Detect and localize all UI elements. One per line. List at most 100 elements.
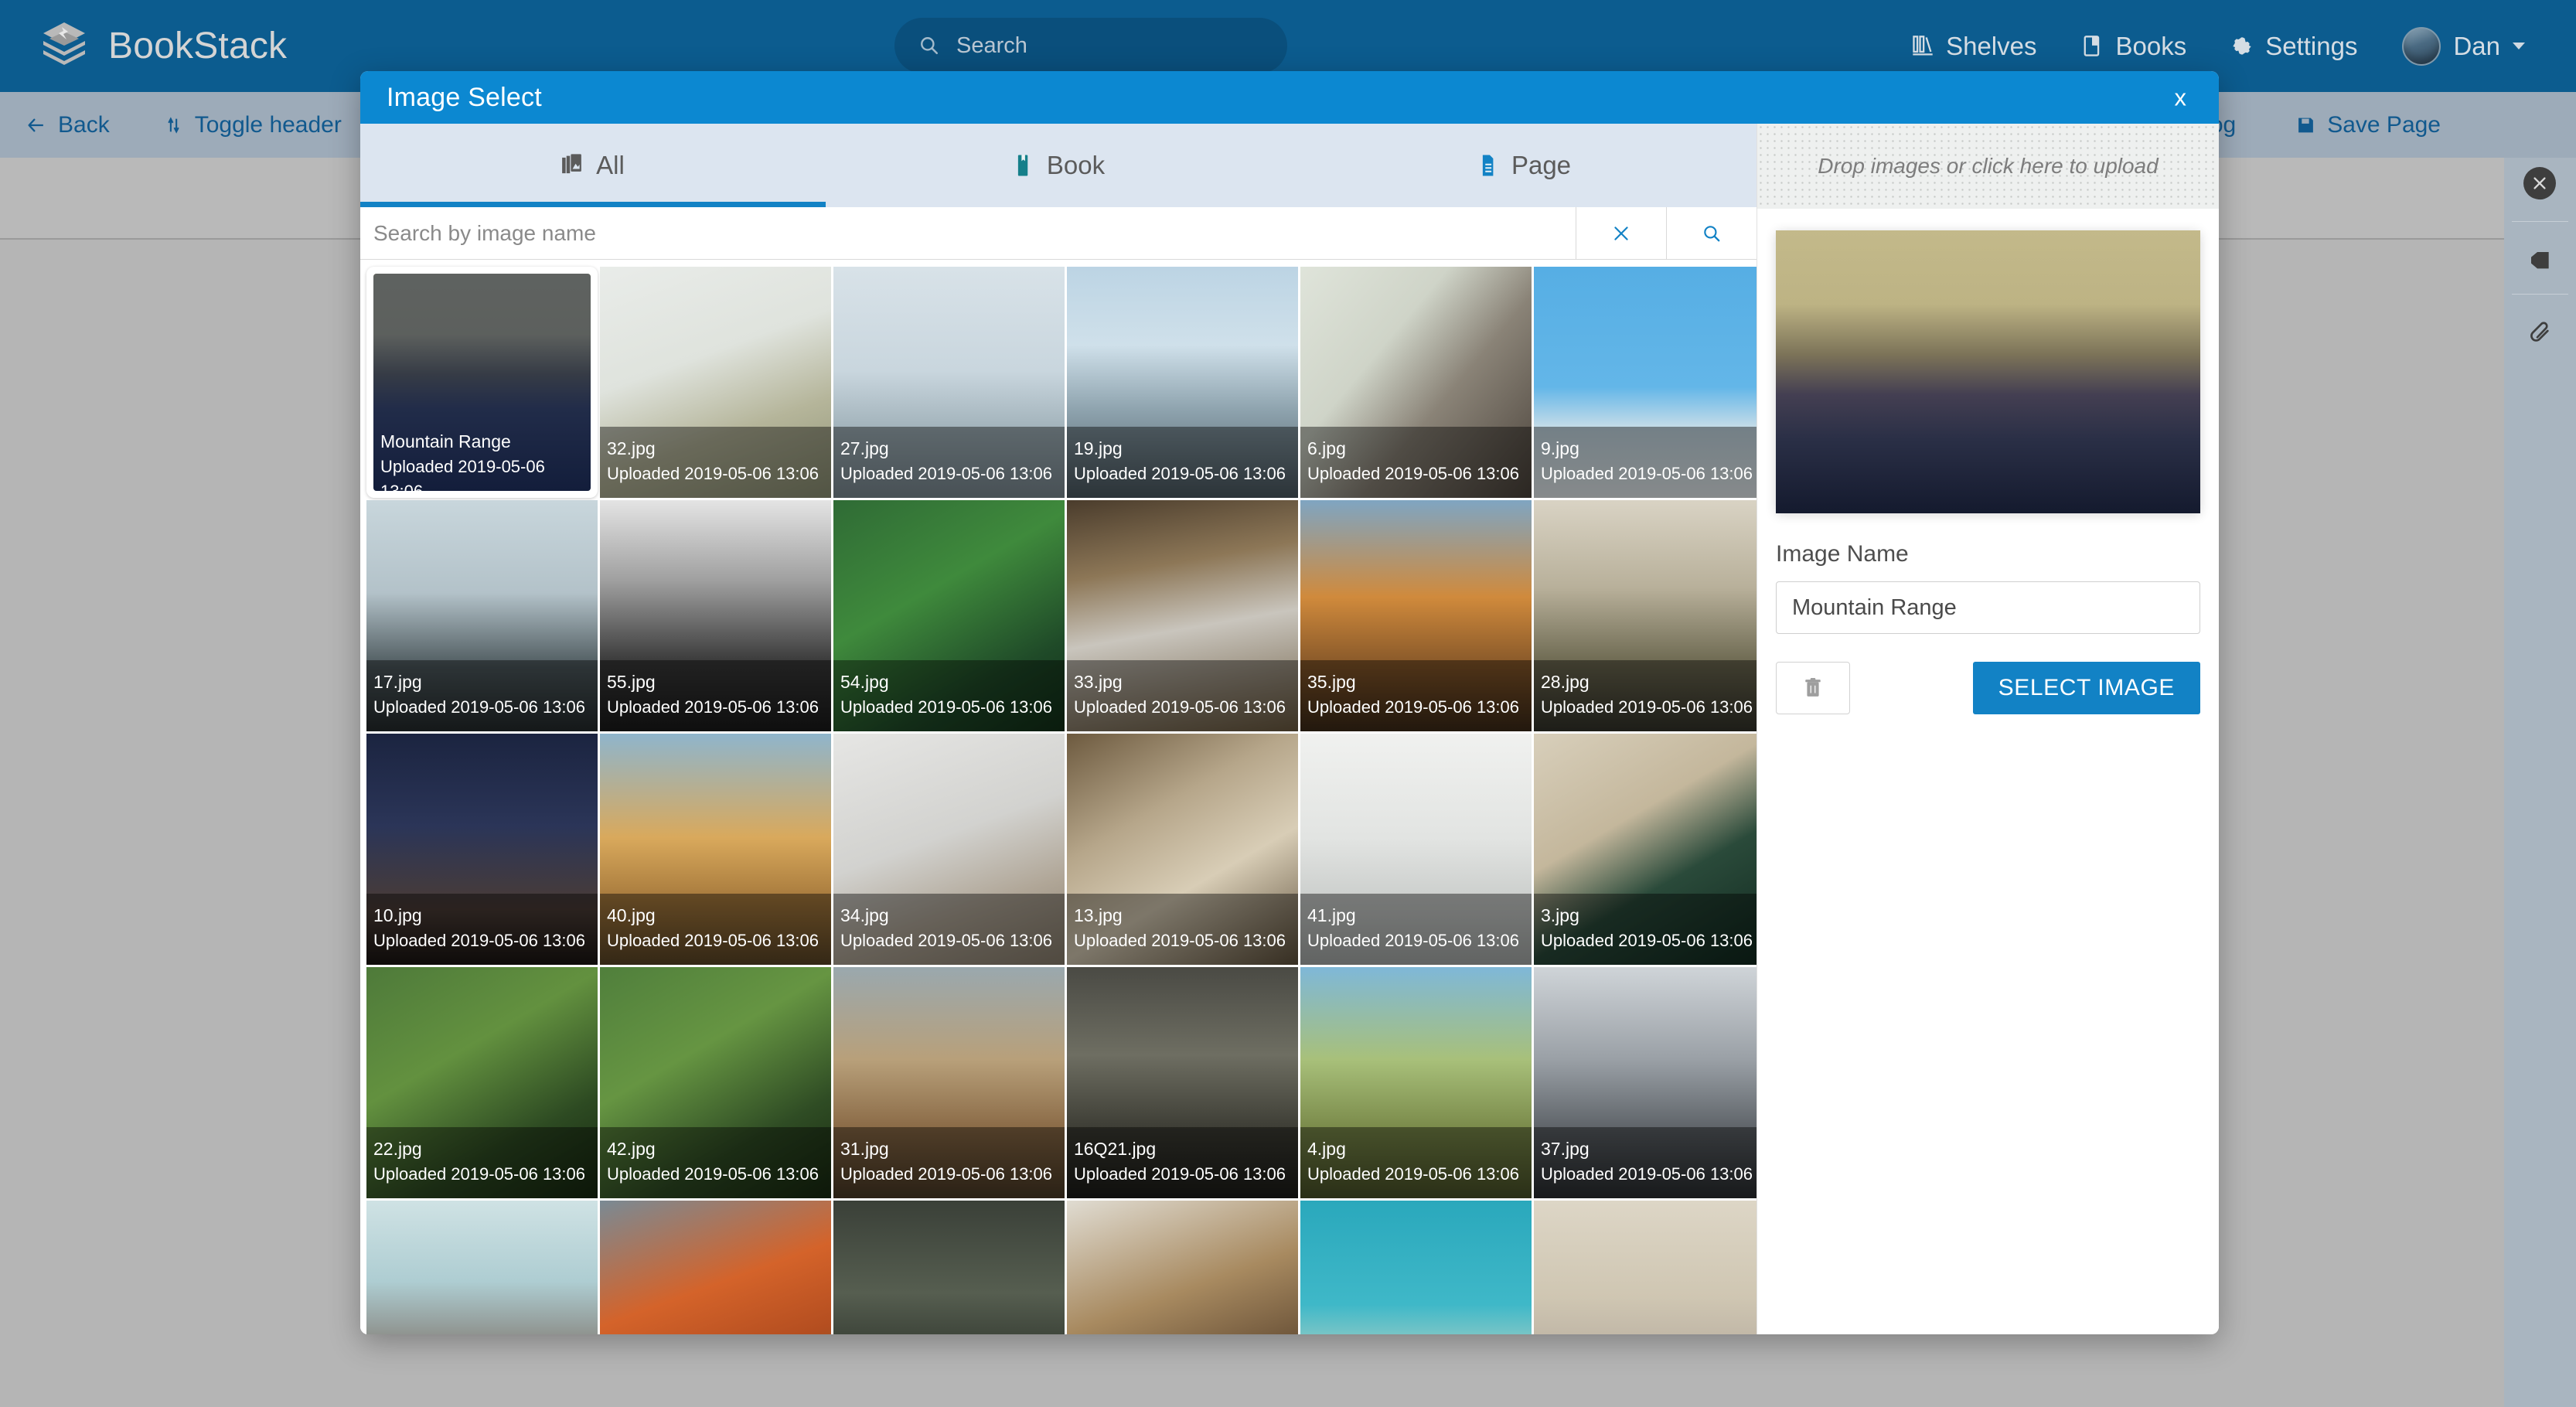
image-tile[interactable]: 13.jpgUploaded 2019-05-06 13:06: [1067, 734, 1298, 965]
image-tile[interactable]: [600, 1201, 831, 1334]
image-tile[interactable]: 22.jpgUploaded 2019-05-06 13:06: [366, 967, 598, 1198]
back-button[interactable]: Back: [27, 112, 110, 138]
image-tile[interactable]: 16Q21.jpgUploaded 2019-05-06 13:06: [1067, 967, 1298, 1198]
image-tile[interactable]: 42.jpgUploaded 2019-05-06 13:06: [600, 967, 831, 1198]
image-tile[interactable]: [1300, 1201, 1532, 1334]
editor-close-button[interactable]: [2523, 167, 2556, 199]
tab-all[interactable]: All: [360, 124, 826, 207]
image-tile[interactable]: [1067, 1201, 1298, 1334]
books-icon: [2081, 35, 2103, 58]
search-icon: [919, 36, 939, 56]
image-tile[interactable]: 4.jpgUploaded 2019-05-06 13:06: [1300, 967, 1532, 1198]
user-menu[interactable]: Dan: [2402, 27, 2525, 66]
trash-icon: [1803, 676, 1823, 700]
brand[interactable]: BookStack: [40, 21, 287, 72]
sidebar-attachments-button[interactable]: [2523, 317, 2557, 351]
image-tile[interactable]: 55.jpgUploaded 2019-05-06 13:06: [600, 500, 831, 731]
shelves-icon: [1912, 35, 1934, 58]
image-tile-meta: 27.jpgUploaded 2019-05-06 13:06: [833, 427, 1065, 498]
image-tile-meta: 37.jpgUploaded 2019-05-06 13:06: [1534, 1127, 1757, 1198]
image-tile-meta: 22.jpgUploaded 2019-05-06 13:06: [366, 1127, 598, 1198]
image-tile-date: Uploaded 2019-05-06 13:06: [1307, 462, 1532, 486]
select-image-button[interactable]: SELECT IMAGE: [1973, 662, 2200, 714]
global-search[interactable]: [894, 18, 1287, 73]
image-tile-meta: 6.jpgUploaded 2019-05-06 13:06: [1300, 427, 1532, 498]
tab-book[interactable]: Book: [826, 124, 1291, 207]
image-tile-name: 28.jpg: [1541, 669, 1757, 695]
image-tile-name: 54.jpg: [840, 669, 1065, 695]
image-details-pane: Drop images or click here to upload Imag…: [1757, 124, 2219, 1334]
image-tile-date: Uploaded 2019-05-06 13:06: [373, 695, 598, 720]
image-tile-name: 35.jpg: [1307, 669, 1532, 695]
image-grid-scroll[interactable]: Mountain RangeUploaded 2019-05-06 13:063…: [360, 261, 1757, 1334]
image-tile-name: 41.jpg: [1307, 903, 1532, 928]
delete-image-button[interactable]: [1776, 662, 1850, 714]
image-tile-name: 4.jpg: [1307, 1136, 1532, 1162]
image-tile[interactable]: 19.jpgUploaded 2019-05-06 13:06: [1067, 267, 1298, 498]
image-tile[interactable]: 33.jpgUploaded 2019-05-06 13:06: [1067, 500, 1298, 731]
image-tile-meta: Mountain RangeUploaded 2019-05-06 13:06: [373, 420, 591, 491]
image-tile-name: 31.jpg: [840, 1136, 1065, 1162]
image-tile-name: 42.jpg: [607, 1136, 831, 1162]
image-tile[interactable]: Mountain RangeUploaded 2019-05-06 13:06: [366, 267, 598, 498]
image-tile[interactable]: 32.jpgUploaded 2019-05-06 13:06: [600, 267, 831, 498]
search-input[interactable]: [956, 33, 1250, 59]
modal-close-button[interactable]: x: [2165, 81, 2196, 114]
sidebar-tags-button[interactable]: [2523, 244, 2557, 278]
image-tile-meta: 33.jpgUploaded 2019-05-06 13:06: [1067, 660, 1298, 731]
save-page-button[interactable]: Save Page: [2296, 112, 2441, 138]
image-tile-date: Uploaded 2019-05-06 13:06: [373, 1162, 598, 1187]
image-search-input[interactable]: [360, 207, 1576, 259]
image-tile[interactable]: [833, 1201, 1065, 1334]
nav-shelves[interactable]: Shelves: [1912, 32, 2036, 61]
image-tile[interactable]: 40.jpgUploaded 2019-05-06 13:06: [600, 734, 831, 965]
image-tile-name: 34.jpg: [840, 903, 1065, 928]
images-icon: [561, 153, 582, 178]
upload-dropzone[interactable]: Drop images or click here to upload: [1757, 124, 2219, 209]
image-tile[interactable]: [1534, 1201, 1757, 1334]
image-tile-date: Uploaded 2019-05-06 13:06: [607, 1162, 831, 1187]
nav-settings[interactable]: Settings: [2231, 32, 2357, 61]
image-tile[interactable]: 10.jpgUploaded 2019-05-06 13:06: [366, 734, 598, 965]
modal-body: All Book Page: [360, 124, 2219, 1334]
nav-books[interactable]: Books: [2081, 32, 2186, 61]
image-tile-name: 55.jpg: [607, 669, 831, 695]
image-tile-date: Uploaded 2019-05-06 13:06: [607, 462, 831, 486]
image-tile[interactable]: 28.jpgUploaded 2019-05-06 13:06: [1534, 500, 1757, 731]
image-tile[interactable]: 31.jpgUploaded 2019-05-06 13:06: [833, 967, 1065, 1198]
image-tile-name: 16Q21.jpg: [1074, 1136, 1298, 1162]
nav-settings-label: Settings: [2265, 32, 2357, 61]
image-tile-date: Uploaded 2019-05-06 13:06: [1074, 928, 1298, 953]
image-tile[interactable]: 37.jpgUploaded 2019-05-06 13:06: [1534, 967, 1757, 1198]
gear-icon: [2231, 35, 2253, 58]
image-thumbnail: [366, 1201, 598, 1334]
image-tile[interactable]: 27.jpgUploaded 2019-05-06 13:06: [833, 267, 1065, 498]
image-tile-name: 27.jpg: [840, 436, 1065, 462]
image-tile-name: 37.jpg: [1541, 1136, 1757, 1162]
image-tile-meta: 3.jpgUploaded 2019-05-06 13:06: [1534, 894, 1757, 965]
toggle-header-button[interactable]: Toggle header: [164, 112, 342, 138]
image-tile[interactable]: 17.jpgUploaded 2019-05-06 13:06: [366, 500, 598, 731]
x-icon: [1611, 223, 1631, 244]
image-tile[interactable]: 54.jpgUploaded 2019-05-06 13:06: [833, 500, 1065, 731]
image-name-input[interactable]: [1776, 581, 2200, 634]
image-tile-name: 32.jpg: [607, 436, 831, 462]
image-grid: Mountain RangeUploaded 2019-05-06 13:063…: [366, 267, 1757, 1334]
tab-page[interactable]: Page: [1291, 124, 1757, 207]
image-tile[interactable]: [366, 1201, 598, 1334]
image-tile[interactable]: 3.jpgUploaded 2019-05-06 13:06: [1534, 734, 1757, 965]
image-tile[interactable]: 34.jpgUploaded 2019-05-06 13:06: [833, 734, 1065, 965]
submit-search-button[interactable]: [1666, 207, 1757, 259]
preview-thumbnail: [1776, 230, 2200, 513]
image-thumbnail: [1300, 1201, 1532, 1334]
image-tile-meta: 42.jpgUploaded 2019-05-06 13:06: [600, 1127, 831, 1198]
tab-all-label: All: [596, 151, 625, 180]
image-tile[interactable]: 6.jpgUploaded 2019-05-06 13:06: [1300, 267, 1532, 498]
image-tile[interactable]: 9.jpgUploaded 2019-05-06 13:06: [1534, 267, 1757, 498]
image-tile-meta: 35.jpgUploaded 2019-05-06 13:06: [1300, 660, 1532, 731]
clear-search-button[interactable]: [1576, 207, 1666, 259]
image-tile[interactable]: 41.jpgUploaded 2019-05-06 13:06: [1300, 734, 1532, 965]
image-tile[interactable]: 35.jpgUploaded 2019-05-06 13:06: [1300, 500, 1532, 731]
image-tile-meta: 40.jpgUploaded 2019-05-06 13:06: [600, 894, 831, 965]
book-icon: [1012, 153, 1033, 178]
